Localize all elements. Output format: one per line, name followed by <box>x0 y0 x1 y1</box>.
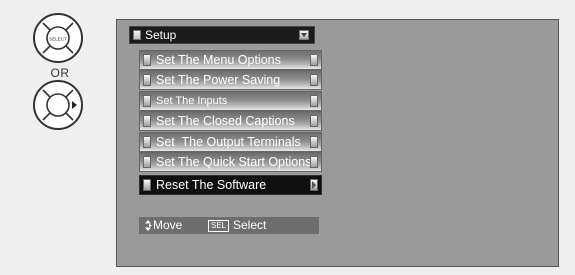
select-button-label: SELECT <box>49 37 67 42</box>
title-handle-icon <box>133 30 141 40</box>
item-handle-icon <box>310 74 318 86</box>
or-label: OR <box>50 66 70 80</box>
menu-title: Setup <box>145 28 177 42</box>
menu-item-output-terminals[interactable]: Set The Output Terminals <box>139 132 322 152</box>
sel-key-badge: SEL <box>208 220 230 232</box>
menu-item-power-saving[interactable]: Set The Power Saving <box>139 70 322 90</box>
item-handle-icon <box>143 115 151 127</box>
remote-guide: SELECT OR <box>0 0 110 275</box>
up-down-arrow-icon <box>145 220 152 231</box>
menu-item-label: Set The Inputs <box>156 95 228 107</box>
item-handle-icon <box>310 95 318 107</box>
item-handle-icon <box>143 156 151 168</box>
menu-item-closed-captions[interactable]: Set The Closed Captions <box>139 111 322 131</box>
menu-item-reset-software[interactable]: Reset The Software <box>139 175 322 195</box>
item-handle-icon <box>143 74 151 86</box>
select-button: SELECT <box>33 13 83 63</box>
help-select-label: Select <box>233 218 267 232</box>
help-bar: Move SEL Select <box>139 217 319 234</box>
help-move-label: Move <box>153 218 183 232</box>
menu-item-inputs[interactable]: Set The Inputs <box>139 91 322 111</box>
right-arrow-icon <box>310 179 318 191</box>
item-handle-icon <box>143 54 151 66</box>
dropdown-arrow-icon <box>299 30 309 40</box>
tv-screen: Setup Set The Menu Options Set The Power… <box>116 19 559 267</box>
right-arrow-button <box>33 80 83 130</box>
menu-item-quick-start[interactable]: Set The Quick Start Options <box>139 152 322 172</box>
item-handle-icon <box>310 156 318 168</box>
menu-title-bar: Setup <box>129 26 315 44</box>
item-handle-icon <box>143 179 151 191</box>
item-handle-icon <box>310 136 318 148</box>
menu-item-menu-options[interactable]: Set The Menu Options <box>139 50 322 70</box>
item-handle-icon <box>143 95 151 107</box>
item-handle-icon <box>310 54 318 66</box>
right-arrow-button-icon <box>42 89 77 121</box>
menu-item-label: Reset The Software <box>156 178 267 192</box>
menu-item-label: Set The Output Terminals <box>156 135 301 149</box>
item-handle-icon <box>310 115 318 127</box>
select-button-icon: SELECT <box>42 22 74 54</box>
menu-item-label: Set The Menu Options <box>156 53 281 67</box>
item-handle-icon <box>143 136 151 148</box>
menu-item-label: Set The Quick Start Options <box>156 155 312 169</box>
menu-item-label: Set The Closed Captions <box>156 114 295 128</box>
menu-item-label: Set The Power Saving <box>156 73 281 87</box>
